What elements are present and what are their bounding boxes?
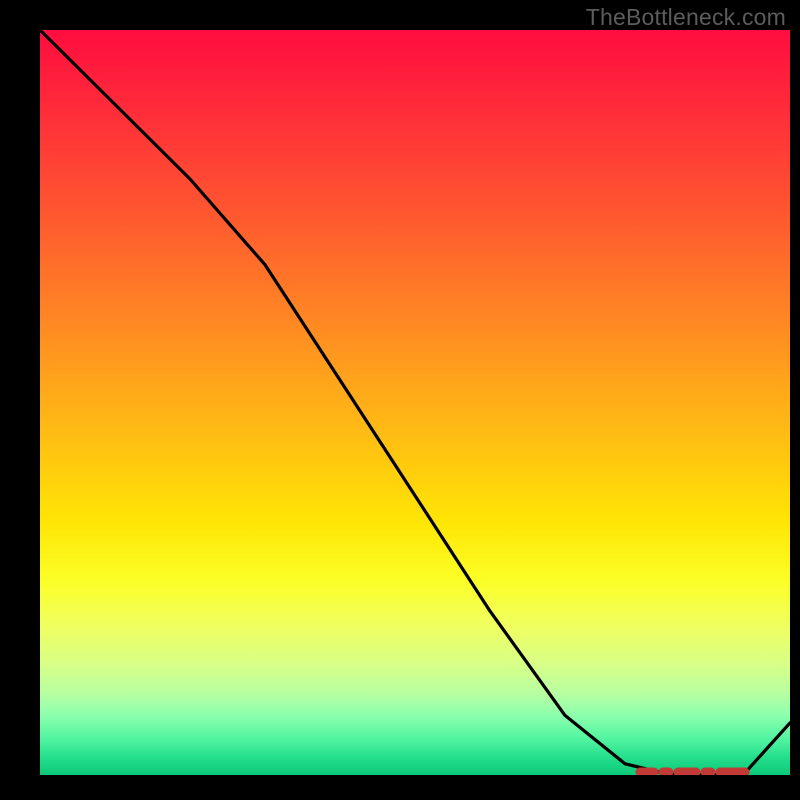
chart-svg [40, 30, 790, 775]
bottleneck-curve [40, 30, 790, 775]
chart-frame: TheBottleneck.com [0, 0, 800, 800]
watermark-label: TheBottleneck.com [586, 4, 786, 31]
plot-area [40, 30, 790, 775]
